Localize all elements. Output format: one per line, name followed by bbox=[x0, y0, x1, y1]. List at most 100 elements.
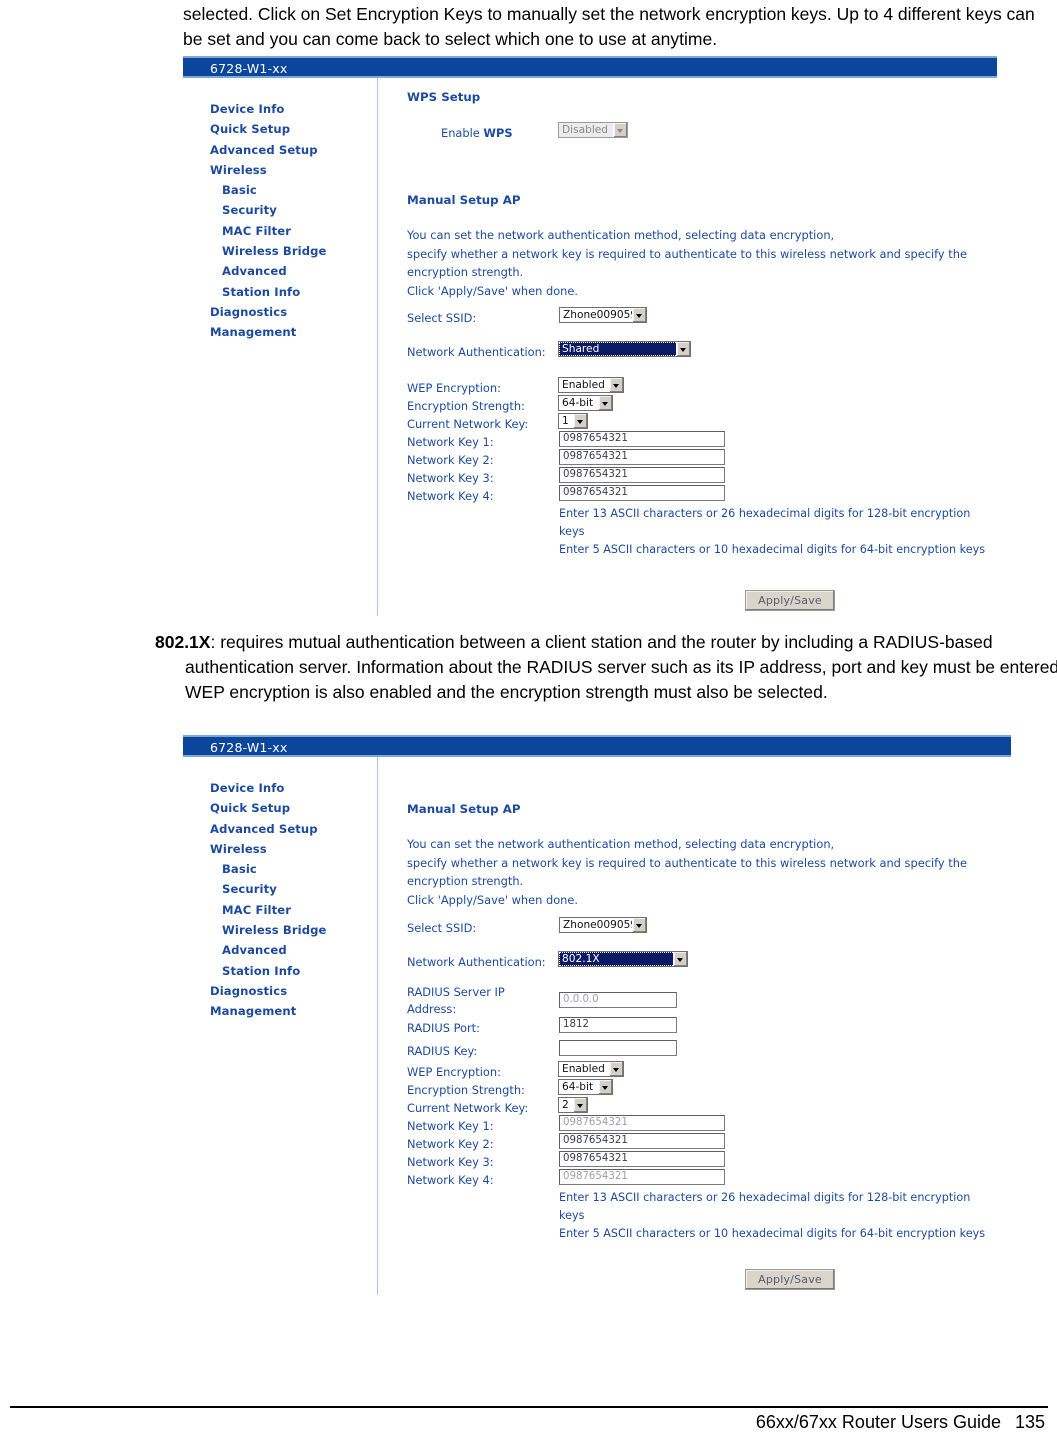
network-authentication-label: Network Authentication: bbox=[407, 955, 546, 969]
wep-encryption-dropdown[interactable]: Enabled bbox=[558, 377, 624, 393]
footer-page-number: 135 bbox=[1014, 1412, 1045, 1432]
chevron-down-icon bbox=[613, 123, 627, 137]
network-key-1-input[interactable]: 0987654321 bbox=[559, 431, 725, 447]
network-key-4-label: Network Key 4: bbox=[407, 489, 494, 503]
apply-save-button[interactable]: Apply/Save bbox=[745, 1269, 835, 1290]
sidebar-item-wireless[interactable]: Wireless bbox=[210, 160, 375, 180]
radius-server-ip-label: RADIUS Server IP Address: bbox=[407, 985, 505, 1016]
sidebar-item-wireless-bridge[interactable]: Wireless Bridge bbox=[210, 920, 375, 940]
select-ssid-dropdown[interactable]: Zhone009059 bbox=[559, 307, 647, 323]
router-nav-panel: Device Info Quick Setup Advanced Setup W… bbox=[183, 78, 378, 616]
router-titlebar: 6728-W1-xx bbox=[183, 735, 1011, 757]
router-screenshot-shared: 6728-W1-xx Device Info Quick Setup Advan… bbox=[183, 56, 1011, 616]
sidebar-item-management[interactable]: Management bbox=[210, 1001, 375, 1021]
sidebar-item-wireless[interactable]: Wireless bbox=[210, 839, 375, 859]
network-key-2-input[interactable]: 0987654321 bbox=[559, 1133, 725, 1149]
current-network-key-label: Current Network Key: bbox=[407, 1101, 529, 1115]
dot1x-body: : requires mutual authentication between… bbox=[185, 632, 1057, 702]
network-key-4-label: Network Key 4: bbox=[407, 1173, 494, 1187]
sidebar-item-advanced-setup[interactable]: Advanced Setup bbox=[210, 819, 375, 839]
network-key-2-label: Network Key 2: bbox=[407, 453, 494, 467]
wep-encryption-dropdown[interactable]: Enabled bbox=[558, 1061, 624, 1077]
manual-setup-intro: You can set the network authentication m… bbox=[407, 837, 967, 907]
router-title-text: 6728-W1-xx bbox=[210, 61, 288, 76]
encryption-strength-dropdown[interactable]: 64-bit bbox=[558, 395, 613, 411]
sidebar-item-advanced[interactable]: Advanced bbox=[210, 261, 375, 281]
sidebar-item-basic[interactable]: Basic bbox=[210, 859, 375, 879]
chevron-down-icon bbox=[609, 378, 623, 392]
sidebar-item-basic[interactable]: Basic bbox=[210, 180, 375, 200]
network-key-3-input[interactable]: 0987654321 bbox=[559, 1151, 725, 1167]
sidebar-item-advanced[interactable]: Advanced bbox=[210, 940, 375, 960]
encryption-key-hints: Enter 13 ASCII characters or 26 hexadeci… bbox=[559, 1191, 986, 1240]
sidebar-item-diagnostics[interactable]: Diagnostics bbox=[210, 981, 375, 1001]
select-ssid-dropdown[interactable]: Zhone009059 bbox=[559, 917, 647, 933]
chevron-down-icon bbox=[632, 918, 646, 932]
network-key-4-input[interactable]: 0987654321 bbox=[559, 485, 725, 501]
radius-server-ip-input[interactable]: 0.0.0.0 bbox=[559, 992, 677, 1008]
manual-setup-ap-heading: Manual Setup AP bbox=[407, 193, 521, 207]
network-authentication-dropdown[interactable]: 802.1X bbox=[558, 951, 688, 967]
encryption-strength-label: Encryption Strength: bbox=[407, 1083, 525, 1097]
router-titlebar: 6728-W1-xx bbox=[183, 56, 997, 78]
select-ssid-label: Select SSID: bbox=[407, 311, 477, 325]
encryption-strength-label: Encryption Strength: bbox=[407, 399, 525, 413]
network-key-3-label: Network Key 3: bbox=[407, 1155, 494, 1169]
network-authentication-label: Network Authentication: bbox=[407, 345, 546, 359]
sidebar-item-management[interactable]: Management bbox=[210, 322, 375, 342]
network-authentication-dropdown[interactable]: Shared bbox=[558, 341, 691, 357]
sidebar-item-mac-filter[interactable]: MAC Filter bbox=[210, 900, 375, 920]
chevron-down-icon bbox=[632, 308, 646, 322]
network-key-4-input[interactable]: 0987654321 bbox=[559, 1169, 725, 1185]
sidebar-item-advanced-setup[interactable]: Advanced Setup bbox=[210, 140, 375, 160]
chevron-down-icon bbox=[598, 1080, 612, 1094]
network-key-1-input[interactable]: 0987654321 bbox=[559, 1115, 725, 1131]
sidebar-item-security[interactable]: Security bbox=[210, 200, 375, 220]
current-network-key-dropdown[interactable]: 1 bbox=[558, 413, 588, 429]
router-screenshot-8021x: 6728-W1-xx Device Info Quick Setup Advan… bbox=[183, 735, 1023, 1295]
radius-port-input[interactable]: 1812 bbox=[559, 1017, 677, 1033]
router-nav-list: Device Info Quick Setup Advanced Setup W… bbox=[210, 99, 375, 343]
apply-save-button[interactable]: Apply/Save bbox=[745, 590, 835, 611]
router-title-text: 6728-W1-xx bbox=[210, 740, 288, 755]
encryption-key-hints: Enter 13 ASCII characters or 26 hexadeci… bbox=[559, 507, 986, 556]
network-key-1-label: Network Key 1: bbox=[407, 435, 494, 449]
current-network-key-dropdown[interactable]: 2 bbox=[558, 1097, 588, 1113]
footer-divider bbox=[10, 1406, 1048, 1408]
router-nav-panel: Device Info Quick Setup Advanced Setup W… bbox=[183, 757, 378, 1295]
sidebar-item-diagnostics[interactable]: Diagnostics bbox=[210, 302, 375, 322]
radius-key-label: RADIUS Key: bbox=[407, 1044, 478, 1058]
enable-wps-select[interactable]: Disabled bbox=[558, 122, 628, 138]
select-ssid-label: Select SSID: bbox=[407, 921, 477, 935]
router-content-pane: Manual Setup AP You can set the network … bbox=[378, 757, 1023, 1295]
sidebar-item-device-info[interactable]: Device Info bbox=[210, 778, 375, 798]
network-key-2-label: Network Key 2: bbox=[407, 1137, 494, 1151]
radius-port-label: RADIUS Port: bbox=[407, 1021, 480, 1035]
wep-encryption-label: WEP Encryption: bbox=[407, 1065, 501, 1079]
network-key-3-label: Network Key 3: bbox=[407, 471, 494, 485]
sidebar-item-station-info[interactable]: Station Info bbox=[210, 961, 375, 981]
chevron-down-icon bbox=[673, 952, 687, 966]
dot1x-term: 802.1X bbox=[155, 632, 211, 652]
chevron-down-icon bbox=[573, 1098, 587, 1112]
encryption-strength-dropdown[interactable]: 64-bit bbox=[558, 1079, 613, 1095]
sidebar-item-security[interactable]: Security bbox=[210, 879, 375, 899]
sidebar-item-quick-setup[interactable]: Quick Setup bbox=[210, 119, 375, 139]
network-key-1-label: Network Key 1: bbox=[407, 1119, 494, 1133]
current-network-key-label: Current Network Key: bbox=[407, 417, 529, 431]
router-content-pane: WPS Setup Enable WPS Disabled Manual Set… bbox=[378, 78, 1011, 616]
footer-guide-title: 66xx/67xx Router Users Guide bbox=[755, 1412, 1001, 1432]
sidebar-item-mac-filter[interactable]: MAC Filter bbox=[210, 221, 375, 241]
sidebar-item-device-info[interactable]: Device Info bbox=[210, 99, 375, 119]
radius-key-input[interactable] bbox=[559, 1040, 677, 1056]
intro-paragraph: selected. Click on Set Encryption Keys t… bbox=[183, 4, 1035, 49]
wep-encryption-label: WEP Encryption: bbox=[407, 381, 501, 395]
sidebar-item-wireless-bridge[interactable]: Wireless Bridge bbox=[210, 241, 375, 261]
sidebar-item-station-info[interactable]: Station Info bbox=[210, 282, 375, 302]
manual-setup-ap-heading: Manual Setup AP bbox=[407, 802, 521, 816]
network-key-2-input[interactable]: 0987654321 bbox=[559, 449, 725, 465]
router-nav-list: Device Info Quick Setup Advanced Setup W… bbox=[210, 778, 375, 1022]
network-key-3-input[interactable]: 0987654321 bbox=[559, 467, 725, 483]
enable-wps-label: Enable WPS bbox=[441, 126, 513, 140]
sidebar-item-quick-setup[interactable]: Quick Setup bbox=[210, 798, 375, 818]
